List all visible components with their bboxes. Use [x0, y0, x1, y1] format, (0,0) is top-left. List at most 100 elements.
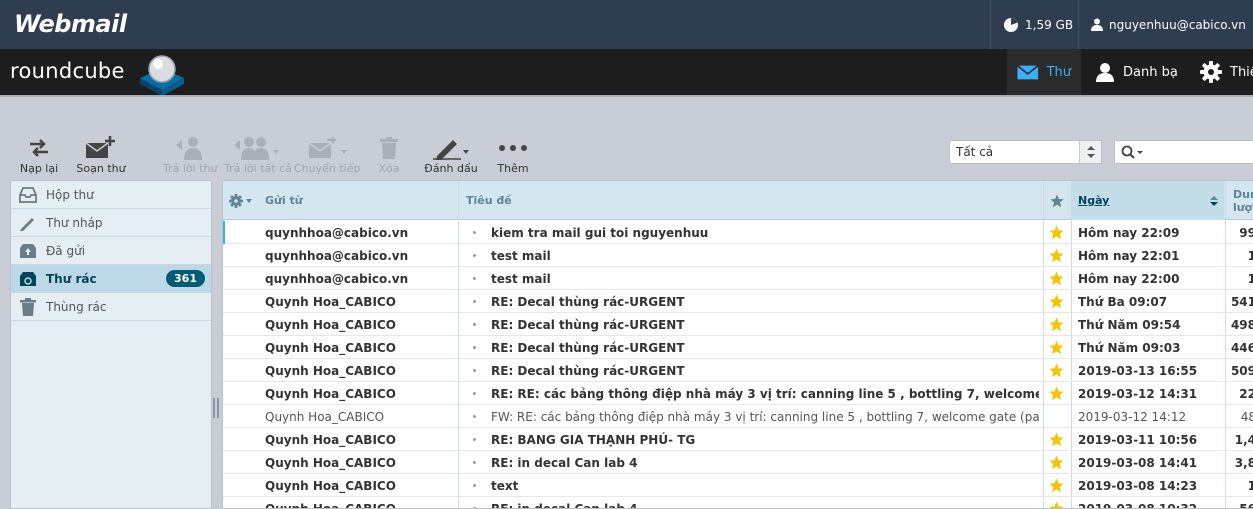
user-icon: [1096, 63, 1114, 82]
table-row[interactable]: Quynh Hoa_CABICO RE: BANG GIA THẠNH PHÚ- …: [223, 428, 1253, 451]
table-row[interactable]: quynhhoa@cabico.vn test mail Hôm nay 22:01…: [223, 244, 1253, 267]
table-row[interactable]: Quynh Hoa_CABICO RE: Decal thùng rác-URGE…: [223, 290, 1253, 313]
flag-star-icon[interactable]: [1049, 359, 1065, 382]
message-size: 48: [1240, 409, 1253, 424]
forward-button[interactable]: Chuyển tiếp: [294, 135, 361, 175]
table-row[interactable]: Quynh Hoa_CABICO RE: Decal thùng rác-URGE…: [223, 336, 1253, 359]
table-row[interactable]: Quynh Hoa_CABICO FW: RE: các bảng thông đ…: [223, 405, 1253, 428]
filter-select[interactable]: Tất cả: [949, 140, 1102, 164]
list-options-button[interactable]: [229, 181, 255, 220]
thread-bullet-icon: [473, 346, 476, 349]
message-subject: RE: BANG GIA THẠNH PHÚ- TG: [491, 432, 696, 447]
message-subject: RE: Decal thùng rác-URGENT: [491, 294, 685, 309]
quota-text: 1,59 GB: [1025, 17, 1074, 32]
flag-star-icon[interactable]: [1049, 290, 1065, 313]
message-subject: FW: RE: các bảng thông điệp nhà máy 3 vị…: [491, 409, 1039, 424]
column-subject[interactable]: Tiêu đề: [466, 181, 512, 220]
top-bar: Webmail 1,59 GB nguyenhuu@cabico.vn: [0, 0, 1253, 49]
message-from: Quynh Hoa_CABICO: [265, 432, 396, 447]
message-subject: test mail: [491, 271, 551, 286]
column-from[interactable]: Gửi từ: [265, 181, 303, 220]
message-date: 2019-03-08 14:23: [1078, 478, 1198, 493]
roundcube-logo[interactable]: roundcube: [10, 59, 125, 83]
flag-star-icon[interactable]: [1049, 313, 1065, 336]
flag-star-icon[interactable]: [1049, 382, 1065, 405]
column-date[interactable]: Ngày: [1072, 181, 1224, 220]
message-date: 2019-03-12 14:31: [1078, 386, 1198, 401]
message-size: 3,8: [1234, 455, 1253, 470]
search-icon: [1121, 145, 1143, 159]
flag-star-icon[interactable]: [1049, 267, 1065, 290]
table-row[interactable]: Quynh Hoa_CABICO text 2019-03-08 14:23 1: [223, 474, 1253, 497]
tab-settings[interactable]: Thiết: [1190, 49, 1253, 95]
mark-button[interactable]: Đánh dấu: [424, 135, 478, 175]
thread-bullet-icon: [473, 415, 476, 418]
message-date: Thứ Năm 09:54: [1078, 317, 1181, 332]
user-menu[interactable]: nguyenhuu@cabico.vn: [1078, 0, 1253, 49]
thread-bullet-icon: [473, 323, 476, 326]
message-subject: RE: in decal Can lab 4: [491, 501, 638, 509]
trash-icon: [20, 297, 36, 316]
pie-chart-icon: [1004, 17, 1018, 32]
refresh-arrows-icon: [30, 139, 48, 157]
message-subject: kiem tra mail gui toi nguyenhuu: [491, 225, 709, 240]
delete-button[interactable]: Xóa: [372, 135, 406, 175]
folder-junk[interactable]: Thư rác 361: [11, 265, 211, 293]
message-size: 1: [1228, 474, 1253, 497]
folder-drafts[interactable]: Thư nháp: [11, 209, 211, 237]
table-row[interactable]: Quynh Hoa_CABICO RE: RE: các bảng thông đ…: [223, 382, 1253, 405]
message-from: Quynh Hoa_CABICO: [265, 455, 396, 470]
more-button[interactable]: Thêm: [495, 135, 531, 175]
compose-button[interactable]: Soạn thư: [74, 135, 128, 175]
tab-contacts[interactable]: Danh bạ: [1085, 49, 1188, 95]
message-subject: test mail: [491, 248, 551, 263]
table-row[interactable]: quynhhoa@cabico.vn test mail Hôm nay 22:00…: [223, 267, 1253, 290]
table-row[interactable]: Quynh Hoa_CABICO RE: in decal Can lab 4 20…: [223, 451, 1253, 474]
message-date: 2019-03-13 16:55: [1078, 363, 1198, 378]
column-size[interactable]: Dun lượ: [1233, 181, 1253, 220]
folder-trash[interactable]: Thùng rác: [11, 293, 211, 321]
reply-button[interactable]: Trả lời thư: [163, 135, 217, 175]
thread-bullet-icon: [473, 369, 476, 372]
message-size: 1: [1228, 267, 1253, 290]
message-size: 1,4: [1234, 432, 1253, 447]
folder-inbox[interactable]: Hộp thư: [11, 181, 211, 209]
message-from: quynhhoa@cabico.vn: [265, 225, 409, 240]
user-icon: [1091, 18, 1103, 31]
flag-star-icon[interactable]: [1049, 451, 1065, 474]
table-row[interactable]: Quynh Hoa_CABICO RE: in decal Can lab 4 20…: [223, 497, 1253, 509]
forward-icon: [308, 136, 347, 158]
splitter-handle[interactable]: [213, 398, 219, 418]
reply-icon: [176, 137, 202, 160]
brand-bar: roundcube Thư Danh bạ Thi: [0, 49, 1253, 96]
search-input[interactable]: [1114, 140, 1253, 164]
message-size: 1: [1228, 244, 1253, 267]
flag-star-icon[interactable]: [1049, 497, 1065, 508]
flag-star-icon[interactable]: [1049, 428, 1065, 451]
flag-star-icon[interactable]: [1049, 405, 1065, 428]
unread-count-badge: 361: [166, 270, 205, 287]
webmail-logo[interactable]: Webmail: [14, 10, 127, 38]
envelope-icon: [1017, 64, 1039, 79]
message-from: Quynh Hoa_CABICO: [265, 340, 396, 355]
reply-all-button[interactable]: Trả lời tất cả: [224, 135, 292, 175]
flag-star-icon[interactable]: [1049, 474, 1065, 497]
column-flag[interactable]: [1050, 181, 1064, 220]
table-row[interactable]: Quynh Hoa_CABICO RE: Decal thùng rác-URGE…: [223, 359, 1253, 382]
message-subject: RE: in decal Can lab 4: [491, 455, 638, 470]
spinner-arrows-icon: [1079, 141, 1101, 163]
message-date: 2019-03-11 10:56: [1078, 432, 1198, 447]
flag-star-icon[interactable]: [1049, 244, 1065, 267]
folder-list: Hộp thư Thư nháp Đã gửi Thư rác 361 Thùn…: [10, 180, 212, 509]
table-row[interactable]: Quynh Hoa_CABICO RE: Decal thùng rác-URGE…: [223, 313, 1253, 336]
tab-mail[interactable]: Thư: [1007, 49, 1081, 95]
folder-sent[interactable]: Đã gửi: [11, 237, 211, 265]
flag-star-icon[interactable]: [1049, 221, 1065, 244]
thread-bullet-icon: [473, 438, 476, 441]
refresh-button[interactable]: Nạp lại: [18, 135, 60, 175]
message-from: Quynh Hoa_CABICO: [265, 501, 396, 509]
flag-star-icon[interactable]: [1049, 336, 1065, 359]
star-icon: [1050, 194, 1064, 207]
table-row[interactable]: quynhhoa@cabico.vn kiem tra mail gui toi …: [223, 221, 1253, 244]
message-from: Quynh Hoa_CABICO: [265, 478, 396, 493]
